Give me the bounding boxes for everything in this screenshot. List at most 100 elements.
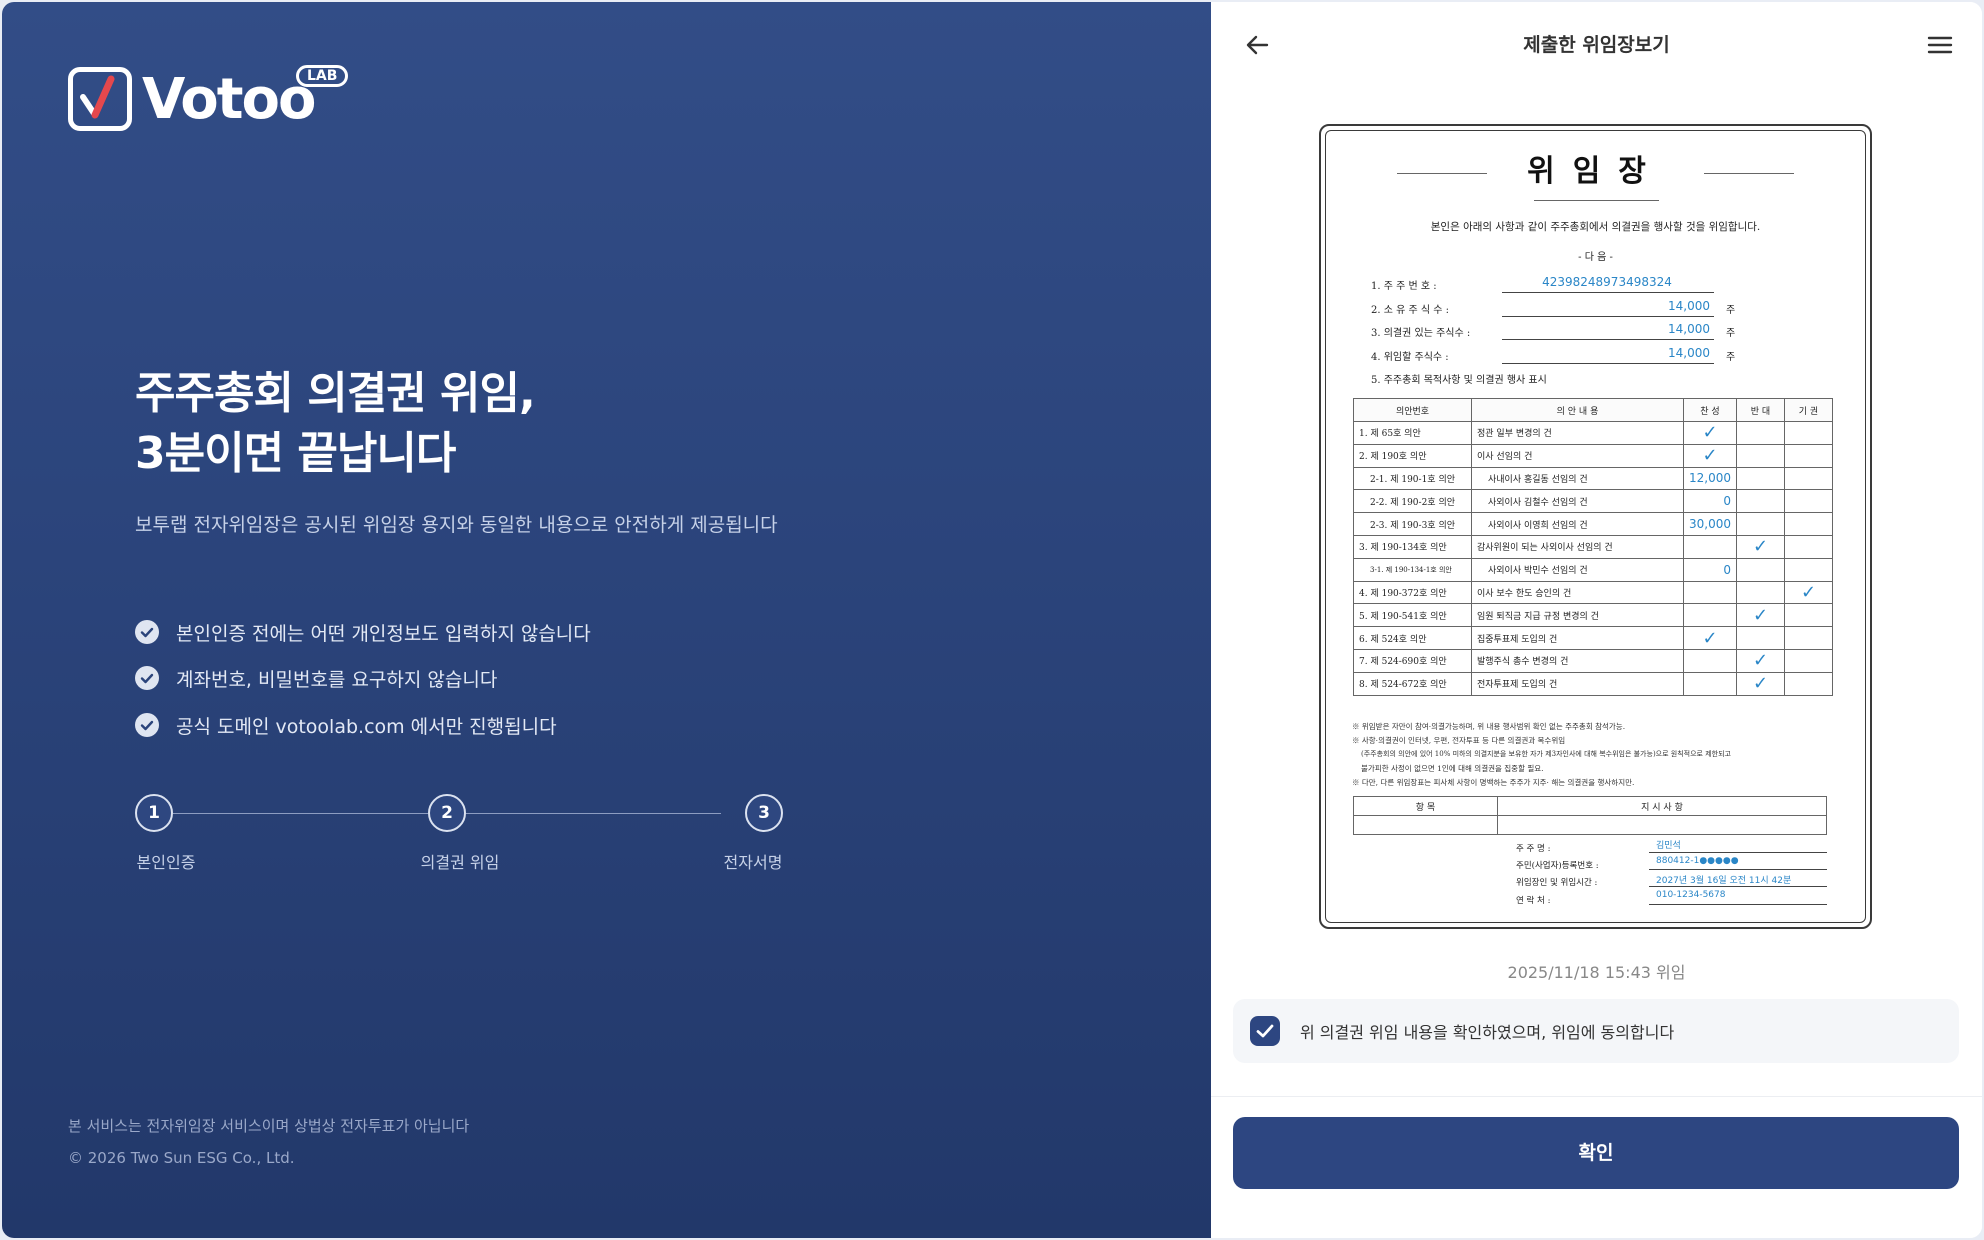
table-row: 8. 제 524-672호 의안 전자투표제 도입의 건 ✓ <box>1353 671 1833 696</box>
brand-name: Votoo <box>142 67 316 132</box>
table-row: 3-1. 제 190-134-1호 의안 사외이사 박민수 선임의 건0 <box>1353 557 1833 582</box>
vote-against <box>1736 580 1785 605</box>
table-header-row: 의안번호 의 안 내 용 찬 성 반 대 기 권 <box>1353 398 1833 422</box>
vote-for <box>1683 534 1737 559</box>
vote-against <box>1736 489 1785 514</box>
note-line: ※ 위임받은 자만이 참여·의결가능하며, 위 내용 행사범위 확인 없는 주주… <box>1352 722 1626 731</box>
document-title: 위임장 <box>1527 154 1664 189</box>
owned-shares: 14,000 <box>1668 299 1710 313</box>
agenda-number: 7. 제 524-690호 의안 <box>1353 648 1472 673</box>
agenda-number: 2-3. 제 190-3호 의안 <box>1353 512 1472 536</box>
vote-for: 30,000 <box>1683 512 1737 536</box>
field-label: 4. 위임할 주식수 : <box>1371 352 1449 363</box>
bullet-item: 공식 도메인 votoolab.com 에서만 진행됩니다 <box>135 711 557 739</box>
vote-for: 0 <box>1683 557 1737 582</box>
hamburger-menu-icon <box>1927 36 1953 54</box>
agenda-number: 8. 제 524-672호 의안 <box>1353 671 1472 696</box>
divider <box>1211 1096 1982 1097</box>
vote-for: ✓ <box>1683 626 1737 650</box>
step-connector <box>173 813 428 814</box>
bullet-item: 본인인증 전에는 어떤 개인정보도 입력하지 않습니다 <box>135 618 591 646</box>
agenda-content: 이사 보수 한도 승인의 건 <box>1471 580 1684 605</box>
step-2-label: 의결권 위임 <box>420 853 500 872</box>
step-3-label: 전자서명 <box>723 853 783 872</box>
agenda-number: 3-1. 제 190-134-1호 의안 <box>1353 557 1472 582</box>
hero-line-1: 주주총회 의결권 위임, <box>135 368 536 419</box>
check-circle-icon <box>135 620 159 644</box>
checkbox-logo-icon <box>68 67 132 131</box>
vote-abstain <box>1784 603 1833 628</box>
table-row: 2-1. 제 190-1호 의안 사내이사 홍길동 선임의 건 12,000 <box>1353 466 1833 491</box>
note-line: 불가피한 사정이 없으면 1인에 대해 의결권을 집중할 필요. <box>1361 764 1544 773</box>
vote-against <box>1736 512 1785 536</box>
checkbox-checked-icon[interactable] <box>1250 1016 1280 1046</box>
shareholder-number: 423982489734983​24 <box>1542 275 1672 289</box>
table-row: 1. 제 65호 의안 정관 일부 변경의 건 ✓ <box>1353 421 1833 445</box>
vote-against: ✓ <box>1736 671 1785 696</box>
agenda-number: 3. 제 190-134호 의안 <box>1353 534 1472 559</box>
page-title: 제출한 위임장보기 <box>1523 34 1670 56</box>
signature-name: 김민석 <box>1656 841 1681 851</box>
vote-against <box>1736 466 1785 491</box>
note-line: ※ 다만, 다른 위임장표는 피사체 사항이 명백하는 주주가 지주· 해는 의… <box>1352 778 1635 787</box>
title-underline <box>1534 200 1659 201</box>
bullet-text: 공식 도메인 votoolab.com 에서만 진행됩니다 <box>176 715 557 738</box>
vote-abstain <box>1784 557 1833 582</box>
agenda-number: 2. 제 190호 의안 <box>1353 443 1472 468</box>
vote-abstain <box>1784 421 1833 445</box>
bullet-text: 계좌번호, 비밀번호를 요구하지 않습니다 <box>176 668 498 691</box>
section-5-label: 5. 주주총회 목적사항 및 의결권 행사 표시 <box>1371 375 1547 386</box>
vote-abstain <box>1784 671 1833 696</box>
vote-against <box>1736 626 1785 650</box>
signature-phone: 010-1234-5678 <box>1656 890 1726 900</box>
agenda-content: 발행주식 총수 변경의 건 <box>1471 648 1684 673</box>
vote-abstain: ✓ <box>1784 580 1833 605</box>
vote-against: ✓ <box>1736 603 1785 628</box>
vote-abstain <box>1784 489 1833 514</box>
vote-for: 0 <box>1683 489 1737 514</box>
step-1-circle: 1 <box>135 794 173 832</box>
proxy-document: 위임장 본인은 아래의 사항과 같이 주주총회에서 의결권을 행사할 것을 위임… <box>1319 124 1872 929</box>
vote-abstain <box>1784 443 1833 468</box>
agenda-content: 이사 선임의 건 <box>1471 443 1684 468</box>
agenda-number: 1. 제 65호 의안 <box>1353 421 1472 445</box>
intro-panel: Votoo LAB 주주총회 의결권 위임, 3분이면 끝납니다 보투랩 전자위… <box>2 2 1211 1238</box>
agenda-content: 사외이사 박민수 선임의 건 <box>1471 557 1684 582</box>
agenda-table: 의안번호 의 안 내 용 찬 성 반 대 기 권 1. 제 65호 의안 정관 일… <box>1353 398 1833 696</box>
field-label: 3. 의결권 있는 주식수 : <box>1371 328 1471 339</box>
vote-for: ✓ <box>1683 421 1737 445</box>
document-intro: 본인은 아래의 사항과 같이 주주총회에서 의결권을 행사할 것을 위임합니다. <box>1430 221 1761 233</box>
agenda-content: 집중투표제 도입의 건 <box>1471 626 1684 650</box>
signature-datetime: 2027년 3월 16일 오전 11시 42분 <box>1656 876 1792 886</box>
confirm-button[interactable]: 확인 <box>1233 1117 1959 1189</box>
service-notice: 본 서비스는 전자위임장 서비스이며 상법상 전자투표가 아닙니다 <box>68 1117 470 1135</box>
table-row: 7. 제 524-690호 의안 발행주식 총수 변경의 건 ✓ <box>1353 648 1833 673</box>
vote-against <box>1736 421 1785 445</box>
vote-for <box>1683 603 1737 628</box>
signature-label: 위임장인 및 위임시간 : <box>1516 878 1598 888</box>
agenda-content: 사외이사 이영희 선임의 건 <box>1471 512 1684 536</box>
field-label: 2. 소 유 주 식 수 : <box>1371 305 1449 316</box>
menu-button[interactable] <box>1926 32 1954 58</box>
step-3-circle: 3 <box>745 794 783 832</box>
signature-label: 주 주 명 : <box>1516 844 1551 854</box>
vote-against: ✓ <box>1736 648 1785 673</box>
agenda-content: 감사위원이 되는 사외이사 선임의 건 <box>1471 534 1684 559</box>
hero-description: 보투랩 전자위임장은 공시된 위임장 용지와 동일한 내용으로 안전하게 제공됩… <box>135 514 778 536</box>
table-row: 6. 제 524호 의안 집중투표제 도입의 건 ✓ <box>1353 626 1833 650</box>
agreement-text: 위 의결권 위임 내용을 확인하였으며, 위임에 동의합니다 <box>1300 1023 1675 1042</box>
table-row: 5. 제 190-541호 의안 임원 퇴직금 지급 규정 변경의 건 ✓ <box>1353 603 1833 628</box>
agreement-checkbox[interactable]: 위 의결권 위임 내용을 확인하였으며, 위임에 동의합니다 <box>1233 999 1959 1063</box>
vote-for: 12,000 <box>1683 466 1737 491</box>
bullet-item: 계좌번호, 비밀번호를 요구하지 않습니다 <box>135 664 497 692</box>
table-row: 2. 제 190호 의안 이사 선임의 건 ✓ <box>1353 443 1833 468</box>
note-line: (주주총회의 의안에 있어 10% 미하의 의결지분을 보유한 자가 제3자인사… <box>1361 750 1731 758</box>
signature-label: 연 락 처 : <box>1516 896 1551 906</box>
progress-steps: 1 2 3 본인인증 의결권 위임 전자서명 <box>135 794 785 874</box>
agenda-content: 사외이사 김철수 선임의 건 <box>1471 489 1684 514</box>
vote-for <box>1683 580 1737 605</box>
check-circle-icon <box>135 666 159 690</box>
delegated-shares: 14,000 <box>1668 346 1710 360</box>
step-connector <box>466 813 721 814</box>
agenda-number: 6. 제 524호 의안 <box>1353 626 1472 650</box>
